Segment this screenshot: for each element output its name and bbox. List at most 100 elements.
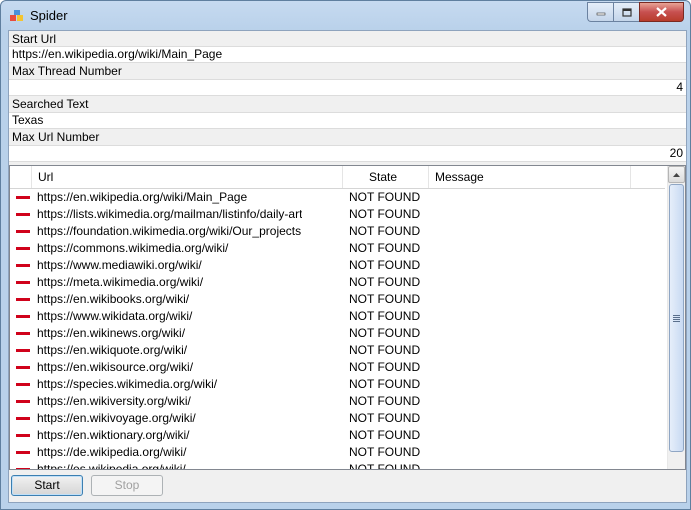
row-url: https://lists.wikimedia.org/mailman/list… — [37, 207, 302, 221]
status-minus-icon — [16, 264, 30, 267]
table-row[interactable]: https://en.wikinews.org/wiki/NOT FOUND — [10, 325, 665, 342]
stop-button[interactable]: Stop — [91, 475, 163, 496]
status-minus-icon — [16, 434, 30, 437]
status-minus-icon — [16, 451, 30, 454]
scroll-up-button[interactable] — [668, 166, 685, 183]
status-minus-icon — [16, 298, 30, 301]
header-message[interactable]: Message — [429, 166, 631, 188]
row-url: https://en.wikiversity.org/wiki/ — [37, 394, 191, 408]
table-row[interactable]: https://en.wiktionary.org/wiki/NOT FOUND — [10, 427, 665, 444]
status-minus-icon — [16, 230, 30, 233]
spider-window: Spider Start Url https://en.wikipedia.or… — [0, 0, 691, 510]
table-row[interactable]: https://commons.wikimedia.org/wiki/NOT F… — [10, 240, 665, 257]
row-url: https://en.wikisource.org/wiki/ — [37, 360, 194, 374]
status-minus-icon — [16, 349, 30, 352]
window-title: Spider — [30, 8, 68, 23]
row-state: NOT FOUND — [349, 309, 421, 323]
status-minus-icon — [16, 213, 30, 216]
caption-buttons — [587, 2, 684, 22]
row-state: NOT FOUND — [349, 462, 421, 470]
row-state: NOT FOUND — [349, 190, 421, 204]
vertical-scrollbar[interactable] — [667, 166, 685, 469]
results-list[interactable]: Url State Message https://en.wikipedia.o… — [9, 165, 686, 470]
max-thread-label: Max Thread Number — [9, 63, 686, 79]
row-url: https://es.wikipedia.org/wiki/ — [37, 462, 186, 470]
header-url[interactable]: Url — [32, 166, 343, 188]
table-row[interactable]: https://lists.wikimedia.org/mailman/list… — [10, 206, 665, 223]
table-row[interactable]: https://foundation.wikimedia.org/wiki/Ou… — [10, 223, 665, 240]
list-header: Url State Message — [10, 166, 665, 189]
start-button[interactable]: Start — [11, 475, 83, 496]
table-row[interactable]: https://species.wikimedia.org/wiki/NOT F… — [10, 376, 665, 393]
row-state: NOT FOUND — [349, 241, 421, 255]
table-row[interactable]: https://www.mediawiki.org/wiki/NOT FOUND — [10, 257, 665, 274]
maximize-icon — [621, 7, 632, 17]
row-url: https://meta.wikimedia.org/wiki/ — [37, 275, 204, 289]
table-row[interactable]: https://en.wikiquote.org/wiki/NOT FOUND — [10, 342, 665, 359]
table-row[interactable]: https://www.wikidata.org/wiki/NOT FOUND — [10, 308, 665, 325]
header-icon-column[interactable] — [10, 166, 32, 188]
searched-text-label: Searched Text — [9, 96, 686, 112]
list-rows: https://en.wikipedia.org/wiki/Main_Page N… — [10, 189, 665, 470]
header-state[interactable]: State — [343, 166, 429, 188]
status-minus-icon — [16, 196, 30, 199]
status-minus-icon — [16, 400, 30, 403]
row-url: https://en.wikinews.org/wiki/ — [37, 326, 186, 340]
max-thread-input[interactable]: 4 — [9, 79, 686, 96]
row-state: NOT FOUND — [349, 394, 421, 408]
table-row[interactable]: https://de.wikipedia.org/wiki/NOT FOUND — [10, 444, 665, 461]
maximize-button[interactable] — [613, 2, 639, 22]
row-state: NOT FOUND — [349, 360, 421, 374]
row-state: NOT FOUND — [349, 258, 421, 272]
minimize-button[interactable] — [587, 2, 613, 22]
row-url: https://www.mediawiki.org/wiki/ — [37, 258, 202, 272]
row-url: https://species.wikimedia.org/wiki/ — [37, 377, 218, 391]
status-minus-icon — [16, 332, 30, 335]
row-state: NOT FOUND — [349, 275, 421, 289]
close-icon — [656, 7, 667, 17]
table-row[interactable]: https://es.wikipedia.org/wiki/NOT FOUND — [10, 461, 665, 470]
table-row[interactable]: https://en.wikisource.org/wiki/NOT FOUND — [10, 359, 665, 376]
status-minus-icon — [16, 281, 30, 284]
status-minus-icon — [16, 247, 30, 250]
row-state: NOT FOUND — [349, 377, 421, 391]
row-url: https://www.wikidata.org/wiki/ — [37, 309, 193, 323]
title-bar[interactable]: Spider — [1, 1, 690, 31]
table-row[interactable]: https://en.wikibooks.org/wiki/NOT FOUND — [10, 291, 665, 308]
start-url-input[interactable]: https://en.wikipedia.org/wiki/Main_Page — [9, 46, 686, 63]
table-row[interactable]: https://meta.wikimedia.org/wiki/NOT FOUN… — [10, 274, 665, 291]
status-minus-icon — [16, 315, 30, 318]
row-state: NOT FOUND — [349, 411, 421, 425]
max-url-input[interactable]: 20 — [9, 145, 686, 162]
status-minus-icon — [16, 366, 30, 369]
scroll-thumb[interactable] — [669, 184, 684, 452]
row-url: https://en.wikiquote.org/wiki/ — [37, 343, 188, 357]
close-button[interactable] — [639, 2, 684, 22]
row-state: NOT FOUND — [349, 326, 421, 340]
searched-text-input[interactable]: Texas — [9, 112, 686, 129]
row-state: NOT FOUND — [349, 292, 421, 306]
table-row[interactable]: https://en.wikiversity.org/wiki/NOT FOUN… — [10, 393, 665, 410]
table-row[interactable]: https://en.wikipedia.org/wiki/Main_Page N… — [10, 189, 665, 206]
row-url: https://en.wikipedia.org/wiki/Main_Page — [37, 190, 248, 204]
status-minus-icon — [16, 468, 30, 469]
row-url: https://foundation.wikimedia.org/wiki/Ou… — [37, 224, 302, 238]
table-row[interactable]: https://en.wikivoyage.org/wiki/NOT FOUND — [10, 410, 665, 427]
status-minus-icon — [16, 417, 30, 420]
row-url: https://en.wikibooks.org/wiki/ — [37, 292, 190, 306]
minimize-icon — [596, 12, 605, 16]
max-url-label: Max Url Number — [9, 129, 686, 145]
row-state: NOT FOUND — [349, 445, 421, 459]
start-url-label: Start Url — [9, 31, 686, 47]
scroll-up-icon — [673, 172, 680, 177]
status-minus-icon — [16, 383, 30, 386]
row-url: https://en.wiktionary.org/wiki/ — [37, 428, 190, 442]
row-state: NOT FOUND — [349, 224, 421, 238]
row-state: NOT FOUND — [349, 343, 421, 357]
grip-icon — [673, 314, 680, 322]
row-state: NOT FOUND — [349, 207, 421, 221]
client-area: Start Url https://en.wikipedia.org/wiki/… — [8, 30, 687, 503]
app-icon — [10, 10, 23, 21]
row-url: https://de.wikipedia.org/wiki/ — [37, 445, 187, 459]
row-url: https://commons.wikimedia.org/wiki/ — [37, 241, 229, 255]
